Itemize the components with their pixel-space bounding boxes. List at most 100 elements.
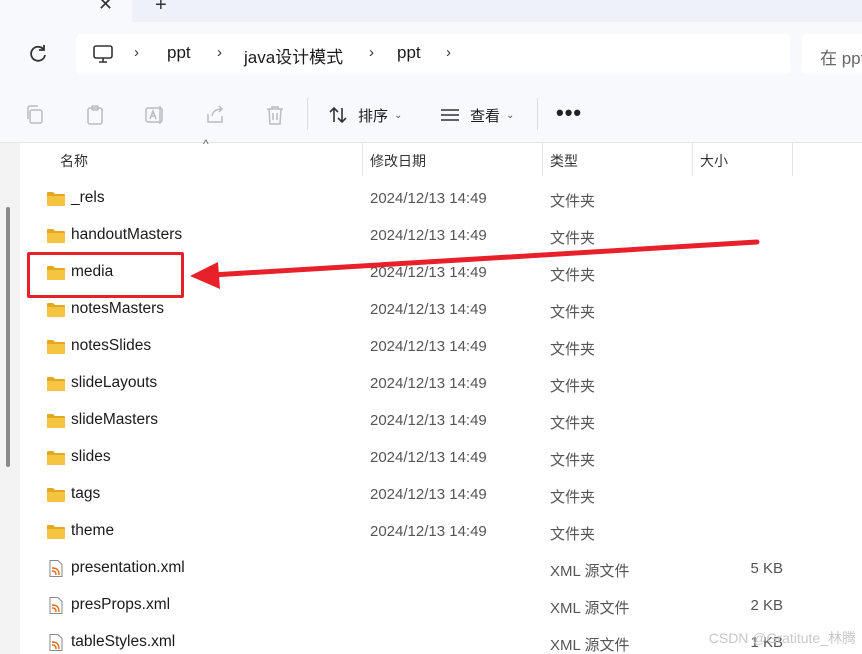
file-type: 文件夹 — [550, 526, 596, 543]
new-tab-button[interactable]: + — [155, 0, 167, 17]
breadcrumb-item-java[interactable]: java设计模式 — [244, 43, 343, 68]
address-row: › ppt › java设计模式 › ppt › 在 ppt — [0, 22, 862, 86]
file-modified: 2024/12/13 14:49 — [370, 227, 487, 244]
more-options-button[interactable]: ••• — [556, 100, 582, 126]
file-type: XML 源文件 — [550, 637, 630, 654]
file-type: 文件夹 — [550, 489, 596, 506]
file-row-rels[interactable]: _rels 2024/12/13 14:49 文件夹 — [20, 180, 862, 217]
address-bar[interactable]: › ppt › java设计模式 › ppt › — [76, 34, 790, 74]
command-bar: 排序 ⌄ 查看 ⌄ ••• — [0, 86, 862, 143]
folder-icon — [46, 412, 66, 429]
chevron-down-icon: ⌄ — [506, 109, 515, 121]
folder-icon — [46, 449, 66, 466]
file-type: 文件夹 — [550, 378, 596, 395]
file-row-slides[interactable]: slides 2024/12/13 14:49 文件夹 — [20, 439, 862, 476]
this-pc-icon[interactable] — [92, 44, 114, 64]
file-type: 文件夹 — [550, 230, 596, 247]
chevron-down-icon: ⌄ — [394, 109, 403, 121]
column-divider[interactable] — [692, 143, 693, 176]
file-type: XML 源文件 — [550, 600, 630, 617]
column-divider[interactable] — [362, 143, 363, 176]
column-header-modified[interactable]: 修改日期 — [370, 151, 426, 171]
tab-current[interactable]: ✕ — [0, 0, 132, 22]
file-row-handoutmasters[interactable]: handoutMasters 2024/12/13 14:49 文件夹 — [20, 217, 862, 254]
chevron-right-icon[interactable]: › — [134, 44, 139, 61]
file-modified: 2024/12/13 14:49 — [370, 190, 487, 207]
xml-file-icon — [46, 597, 66, 614]
breadcrumb-item-ppt[interactable]: ppt — [167, 43, 191, 63]
folder-icon — [46, 301, 66, 318]
sort-icon — [329, 106, 347, 124]
view-list-icon — [441, 109, 459, 121]
file-modified: 2024/12/13 14:49 — [370, 338, 487, 355]
view-label: 查看 — [470, 107, 501, 125]
column-divider[interactable] — [542, 143, 543, 176]
search-placeholder: 在 ppt — [820, 49, 862, 68]
file-type: 文件夹 — [550, 267, 596, 284]
file-row-slidemasters[interactable]: slideMasters 2024/12/13 14:49 文件夹 — [20, 402, 862, 439]
file-row-tags[interactable]: tags 2024/12/13 14:49 文件夹 — [20, 476, 862, 513]
view-button[interactable]: 查看 ⌄ — [440, 102, 514, 128]
column-header-size[interactable]: 大小 — [700, 151, 728, 171]
rename-icon[interactable] — [144, 104, 166, 126]
file-name: slideLayouts — [71, 374, 158, 391]
search-box[interactable]: 在 ppt — [802, 34, 862, 74]
watermark: CSDN @Gratitute_林腾 — [708, 630, 856, 646]
chevron-right-icon[interactable]: › — [217, 44, 222, 61]
highlight-box — [27, 252, 184, 298]
chevron-right-icon[interactable]: › — [446, 44, 451, 61]
xml-file-icon — [46, 634, 66, 651]
toolbar-divider — [537, 98, 538, 130]
folder-icon — [46, 190, 66, 207]
file-row-presentation-xml[interactable]: presentation.xml XML 源文件 5 KB — [20, 550, 862, 587]
toolbar-divider — [307, 98, 308, 130]
breadcrumb-item-ppt-current[interactable]: ppt — [397, 43, 421, 63]
file-name: notesSlides — [71, 337, 152, 354]
close-tab-button[interactable]: ✕ — [98, 0, 113, 15]
folder-icon — [46, 338, 66, 355]
file-modified: 2024/12/13 14:49 — [370, 375, 487, 392]
file-modified: 2024/12/13 14:49 — [370, 264, 487, 281]
file-type: 文件夹 — [550, 193, 596, 210]
file-name: presProps.xml — [71, 596, 171, 613]
file-modified: 2024/12/13 14:49 — [370, 412, 487, 429]
column-header-row: ^ 名称 修改日期 类型 大小 — [20, 137, 862, 176]
share-icon[interactable] — [204, 104, 226, 126]
file-type: XML 源文件 — [550, 563, 630, 580]
file-size: 5 KB — [750, 560, 783, 577]
file-row-presprops-xml[interactable]: presProps.xml XML 源文件 2 KB — [20, 587, 862, 624]
file-type: 文件夹 — [550, 452, 596, 469]
sort-ascending-icon: ^ — [203, 137, 209, 151]
file-type: 文件夹 — [550, 304, 596, 321]
refresh-icon[interactable] — [26, 42, 50, 66]
file-modified: 2024/12/13 14:49 — [370, 486, 487, 503]
sort-button[interactable]: 排序 ⌄ — [328, 102, 402, 128]
folder-icon — [46, 227, 66, 244]
navigation-scrollbar[interactable] — [6, 207, 10, 467]
column-header-name[interactable]: 名称 — [60, 151, 88, 171]
file-modified: 2024/12/13 14:49 — [370, 449, 487, 466]
file-name: tags — [71, 485, 101, 502]
file-name: slides — [71, 448, 111, 465]
file-name: handoutMasters — [71, 226, 183, 243]
sort-label: 排序 — [358, 107, 389, 125]
file-modified: 2024/12/13 14:49 — [370, 301, 487, 318]
file-name: theme — [71, 522, 115, 539]
file-name: presentation.xml — [71, 559, 185, 576]
file-size: 2 KB — [750, 597, 783, 614]
file-name: _rels — [71, 189, 105, 206]
file-name: notesMasters — [71, 300, 165, 317]
file-type: 文件夹 — [550, 341, 596, 358]
file-row-slidelayouts[interactable]: slideLayouts 2024/12/13 14:49 文件夹 — [20, 365, 862, 402]
copy-icon[interactable] — [24, 104, 46, 126]
navigation-pane-edge — [0, 143, 20, 654]
delete-icon[interactable] — [264, 104, 286, 126]
column-divider[interactable] — [792, 143, 793, 176]
file-name: slideMasters — [71, 411, 158, 428]
file-row-theme[interactable]: theme 2024/12/13 14:49 文件夹 — [20, 513, 862, 550]
file-row-notesslides[interactable]: notesSlides 2024/12/13 14:49 文件夹 — [20, 328, 862, 365]
file-modified: 2024/12/13 14:49 — [370, 523, 487, 540]
chevron-right-icon[interactable]: › — [369, 44, 374, 61]
paste-icon[interactable] — [84, 104, 106, 126]
column-header-type[interactable]: 类型 — [550, 151, 578, 171]
